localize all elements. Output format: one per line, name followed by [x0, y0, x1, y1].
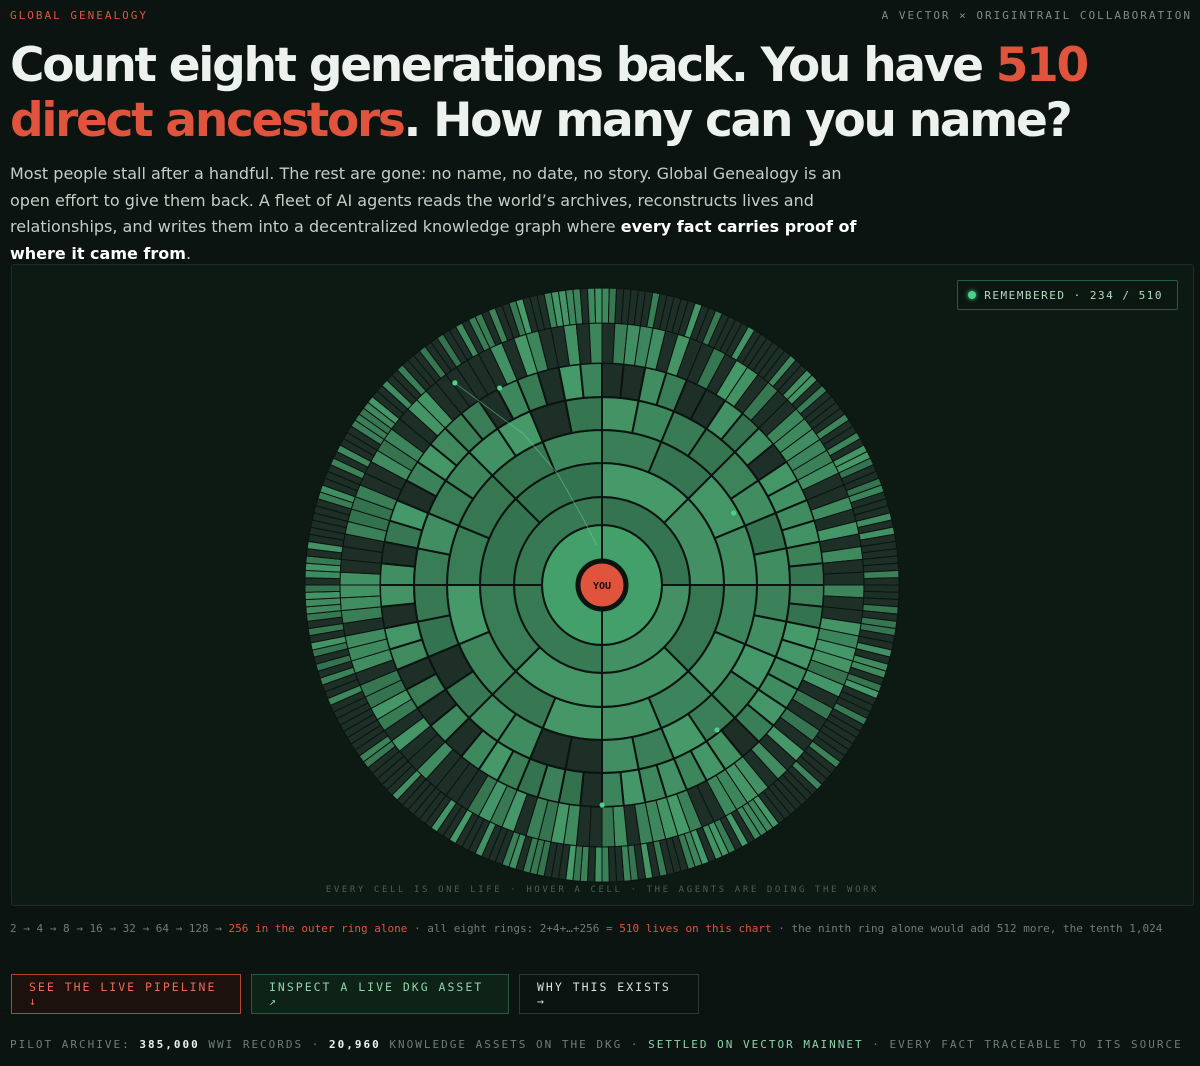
intro-text-2: .	[185, 243, 192, 263]
footer-text-1: PILOT ARCHIVE:	[10, 1038, 140, 1051]
agent-dot	[714, 727, 720, 733]
ancestor-cell[interactable]	[788, 562, 826, 586]
footer-text-3: KNOWLEDGE ASSETS ON THE DKG ·	[380, 1038, 649, 1051]
you-label: YOU	[593, 581, 611, 592]
ring-sequence: 2 → 4 → 8 → 16 → 32 → 64 → 128 →	[10, 922, 229, 935]
ring-extension-note: · the ninth ring alone would add 512 mor…	[771, 922, 1163, 935]
ring-sum-label: · all eight rings: 2+4+…+256 =	[407, 922, 620, 935]
inspect-dkg-asset-button[interactable]: INSPECT A LIVE DKG ASSET ↗	[251, 974, 509, 1014]
agent-dot	[599, 802, 605, 808]
outer-ring-count: 256 in the outer ring alone	[228, 922, 408, 935]
total-lives: 510 lives on this chart	[619, 922, 772, 935]
status-dot-icon	[968, 291, 977, 299]
center-node[interactable]: YOU	[575, 558, 629, 612]
top-bar: GLOBAL GENEALOGY A VECTOR × ORIGINTRAIL …	[10, 9, 1192, 25]
ring-math: 2 → 4 → 8 → 16 → 32 → 64 → 128 → 256 in …	[10, 920, 1190, 938]
chart-caption: EVERY CELL IS ONE LIFE · HOVER A CELL · …	[325, 885, 880, 895]
headline-text-1: Count eight generations back. You have	[10, 38, 996, 93]
settled-status: SETTLED ON VECTOR MAINNET	[648, 1038, 864, 1051]
ancestor-fan-chart[interactable]: YOU	[12, 265, 1193, 905]
ancestor-cell[interactable]	[601, 806, 616, 848]
ancestor-cell[interactable]	[412, 584, 452, 623]
footer-stats: PILOT ARCHIVE: 385,000 WWI RECORDS · 20,…	[10, 1038, 1183, 1051]
ancestor-cell[interactable]	[601, 735, 640, 775]
ancestor-cell[interactable]	[304, 584, 341, 593]
headline-number: 510	[995, 38, 1090, 93]
intro-paragraph: Most people stall after a handful. The r…	[10, 161, 860, 267]
cta-row: SEE THE LIVE PIPELINE ↓ INSPECT A LIVE D…	[11, 974, 699, 1014]
records-count: 385,000	[139, 1038, 200, 1051]
why-this-exists-button[interactable]: WHY THIS EXISTS →	[519, 974, 699, 1014]
headline-highlight: direct ancestors	[10, 93, 406, 148]
ancestor-cell[interactable]	[339, 584, 381, 599]
ancestor-cell[interactable]	[588, 322, 603, 364]
remembered-counter: REMEMBERED · 234 / 510	[957, 280, 1178, 310]
footer-text-2: WWI RECORDS ·	[199, 1038, 330, 1051]
ancestor-chart-panel: YOU REMEMBERED · 234 / 510 EVERY CELL IS…	[11, 264, 1194, 906]
assets-count: 20,960	[329, 1038, 381, 1051]
ancestor-cell[interactable]	[594, 287, 603, 324]
ancestor-cell[interactable]	[601, 771, 625, 809]
ancestor-cell[interactable]	[601, 846, 610, 883]
see-live-pipeline-button[interactable]: SEE THE LIVE PIPELINE ↓	[11, 974, 241, 1014]
footer-text-4: · EVERY FACT TRACEABLE TO ITS SOURCE	[863, 1038, 1183, 1051]
ancestor-cell[interactable]	[579, 361, 603, 399]
remembered-text: REMEMBERED · 234 / 510	[984, 288, 1163, 302]
ancestor-cell[interactable]	[863, 577, 900, 586]
ancestor-cell[interactable]	[564, 395, 603, 435]
agent-dot	[731, 510, 737, 516]
headline: Count eight generations back. You have 5…	[10, 38, 1195, 148]
ancestor-cell[interactable]	[823, 571, 865, 586]
collaboration-label: A VECTOR × ORIGINTRAIL COLLABORATION	[881, 9, 1192, 22]
headline-text-2: . How many can you name?	[403, 93, 1073, 148]
agent-dot	[497, 385, 503, 391]
brand-label[interactable]: GLOBAL GENEALOGY	[10, 9, 148, 22]
ancestor-cell[interactable]	[378, 584, 416, 608]
ancestor-cell[interactable]	[752, 547, 792, 586]
